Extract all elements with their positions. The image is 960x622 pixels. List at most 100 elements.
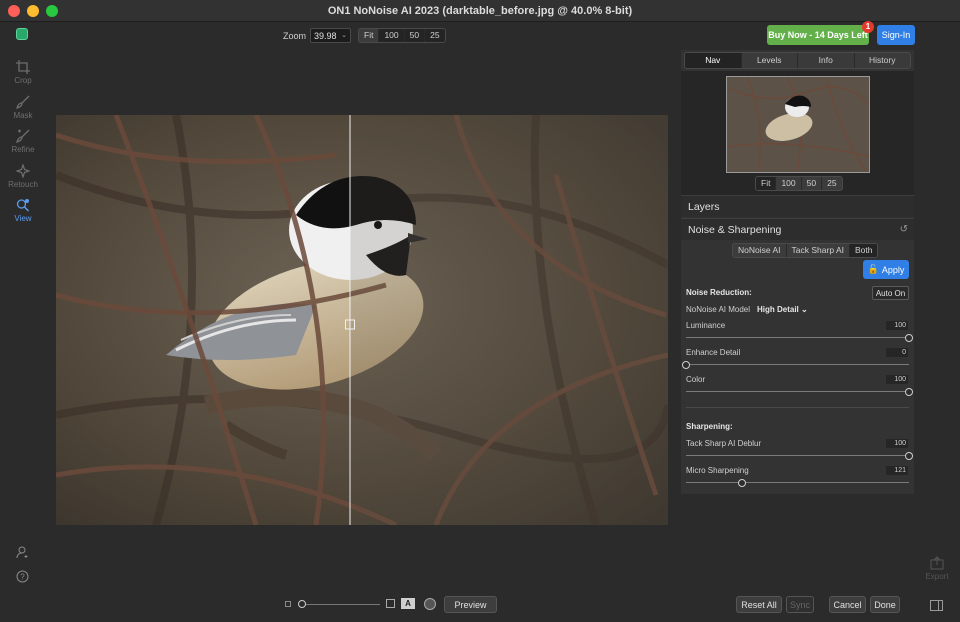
thumbnail-image (727, 77, 869, 172)
slider-knob[interactable] (905, 452, 913, 460)
model-label: NoNoise AI Model (686, 305, 751, 314)
micro-sharpening-label: Micro Sharpening (686, 466, 749, 475)
tool-mask[interactable]: Mask (0, 95, 46, 130)
zoom-input[interactable]: 39.98 ⌄ (310, 28, 352, 43)
noise-sharpening-title: Noise & Sharpening (688, 224, 782, 236)
window-controls (8, 5, 58, 17)
thumb-size-slider[interactable] (300, 604, 380, 605)
app-logo-icon (16, 28, 28, 40)
micro-sharpening-slider[interactable] (686, 479, 909, 487)
model-select[interactable]: High Detail ⌄ (757, 305, 808, 314)
zoom-value: 39.98 (314, 30, 337, 41)
account-icon[interactable] (16, 546, 29, 561)
tack-sharp-slider[interactable] (686, 452, 913, 460)
luminance-label: Luminance (686, 321, 726, 330)
large-thumb-icon (386, 599, 395, 608)
sharpening-label: Sharpening: (686, 422, 733, 431)
nav-zoom-fit-button[interactable]: Fit (756, 177, 777, 190)
noise-sharpening-header[interactable]: Noise & Sharpening ↺ (681, 218, 914, 240)
preview-button[interactable]: Preview (444, 596, 497, 613)
reset-section-icon[interactable]: ↺ (900, 224, 908, 235)
chevron-down-icon: ⌄ (341, 32, 348, 39)
zoom-100-button[interactable]: 100 (379, 29, 405, 42)
tool-label: Refine (11, 145, 35, 154)
nav-zoom-50-button[interactable]: 50 (802, 177, 823, 190)
zoom-control: Zoom 39.98 ⌄ (283, 28, 352, 43)
tab-levels[interactable]: Levels (742, 53, 798, 68)
luminance-slider[interactable] (686, 334, 913, 342)
zoom-fit-button[interactable]: Fit (359, 29, 380, 42)
svg-text:?: ? (20, 573, 25, 582)
panel-toggle-icon[interactable] (930, 600, 943, 611)
tool-refine[interactable]: Refine (0, 129, 46, 164)
export-label: Export (925, 572, 949, 581)
apply-label: Apply (881, 264, 905, 275)
apply-button[interactable]: 🔓 Apply (863, 260, 909, 279)
layers-header[interactable]: Layers (681, 195, 914, 217)
slider-knob[interactable] (737, 479, 746, 487)
enhance-detail-slider[interactable] (682, 361, 909, 369)
export-button[interactable]: Export (921, 556, 953, 581)
color-label: Color (686, 375, 706, 384)
image-preview[interactable] (56, 115, 668, 525)
zoom-presets: Fit 100 50 25 (358, 28, 446, 43)
mode-selector: NoNoise AI Tack Sharp AI Both (732, 243, 879, 258)
mode-nonoise-button[interactable]: NoNoise AI (733, 244, 787, 257)
view-mode-a-button[interactable]: A (401, 598, 415, 609)
help-icon[interactable]: ? (16, 570, 29, 585)
nav-zoom-100-button[interactable]: 100 (776, 177, 802, 190)
compare-view-button[interactable] (424, 598, 436, 610)
model-value: High Detail (757, 305, 799, 314)
crop-icon (16, 60, 30, 74)
slider-knob[interactable] (682, 361, 690, 369)
zoom-50-button[interactable]: 50 (404, 29, 426, 42)
color-value[interactable]: 100 (886, 375, 908, 384)
tool-retouch[interactable]: Retouch (0, 163, 46, 199)
sign-in-button[interactable]: Sign-In (877, 25, 915, 45)
brush-icon (16, 95, 30, 109)
zoom-25-button[interactable]: 25 (425, 29, 445, 42)
done-button[interactable]: Done (870, 596, 900, 613)
tool-label: Crop (14, 76, 32, 85)
retouch-icon (16, 163, 30, 178)
slider-knob[interactable] (905, 388, 913, 396)
color-slider[interactable] (686, 388, 913, 396)
auto-on-button[interactable]: Auto On (872, 286, 909, 300)
tool-label: Mask (13, 110, 33, 120)
tool-palette: Crop Mask Refine Retouch View (0, 60, 46, 233)
tab-nav[interactable]: Nav (685, 53, 742, 68)
luminance-value[interactable]: 100 (886, 321, 908, 330)
buy-now-button[interactable]: Buy Now - 14 Days Left (767, 25, 869, 45)
slider-knob[interactable] (905, 334, 913, 342)
zoom-view-icon (16, 199, 30, 212)
minimize-window-button[interactable] (27, 5, 39, 17)
navigator-thumbnail[interactable] (726, 76, 870, 173)
cancel-button[interactable]: Cancel (829, 596, 866, 613)
layers-title: Layers (688, 201, 720, 213)
maximize-window-button[interactable] (46, 5, 58, 17)
tab-history[interactable]: History (855, 53, 911, 68)
slider-knob[interactable] (298, 600, 306, 608)
small-thumb-icon (285, 601, 291, 607)
zoom-label: Zoom (283, 30, 307, 41)
tack-sharp-value[interactable]: 100 (886, 439, 908, 448)
title-bar: ON1 NoNoise AI 2023 (darktable_before.jp… (0, 0, 960, 22)
micro-sharpening-value[interactable]: 121 (886, 466, 908, 475)
nav-zoom-25-button[interactable]: 25 (822, 177, 841, 190)
tab-info[interactable]: Info (798, 53, 855, 68)
tool-label: View (14, 214, 32, 223)
tool-crop[interactable]: Crop (0, 60, 46, 95)
tool-view[interactable]: View (0, 198, 46, 233)
close-window-button[interactable] (8, 5, 20, 17)
noise-reduction-label: Noise Reduction: (686, 288, 752, 297)
refine-brush-icon (16, 129, 30, 143)
enhance-detail-value[interactable]: 0 (886, 348, 908, 357)
reset-all-button[interactable]: Reset All (736, 596, 782, 613)
tack-sharp-label: Tack Sharp AI Deblur (686, 439, 762, 448)
chevron-down-icon: ⌄ (801, 305, 808, 314)
mode-both-button[interactable]: Both (849, 244, 878, 257)
sync-button[interactable]: Sync (786, 596, 814, 613)
enhance-detail-label: Enhance Detail (686, 348, 741, 357)
mode-tacksharp-button[interactable]: Tack Sharp AI (787, 244, 850, 257)
divider (686, 407, 909, 408)
